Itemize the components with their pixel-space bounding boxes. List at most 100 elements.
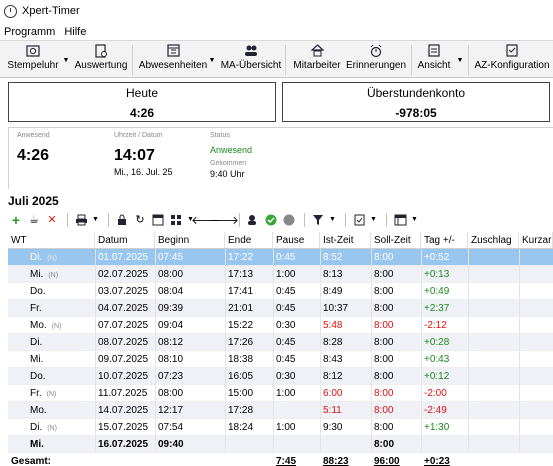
window-title: Xpert-Timer [22,5,80,17]
grid-view-icon[interactable] [168,213,184,227]
checklist-dropdown-icon[interactable]: ▼ [369,213,378,227]
toolbar-separator [386,212,387,227]
cell-kurzarb [519,317,553,334]
ma-uebersicht-button[interactable]: MA-Übersicht [220,43,282,77]
cell-ist: 6:00 [323,388,343,399]
uhrzeit-value: 14:07 [114,147,155,164]
header-ende[interactable]: Ende [225,232,273,248]
cell-tag: +1:30 [424,422,450,433]
cell-beginn: 12:17 [158,405,184,416]
refresh-icon[interactable]: ↻ [132,213,148,227]
arrow-right-icon[interactable]: 🡒 [209,213,239,227]
cell-soll: 8:00 [374,252,394,263]
cell-wt: Mi. [8,351,95,368]
cell-beginn: 09:04 [158,320,184,331]
stempeluhr-button[interactable]: Stempeluhr [4,43,62,77]
weekday-label: Di. [30,252,43,263]
coffee-icon[interactable]: ☕ [26,213,42,227]
abwesenheiten-dropdown[interactable]: ▼ [208,43,216,77]
header-soll-zeit[interactable]: Soll-Zeit [371,232,421,248]
cell-soll: 8:00 [374,337,394,348]
weekday-label: Mo. [30,405,47,416]
cell-wt: Do. [8,368,95,385]
header-tag[interactable]: Tag +/- [421,232,468,248]
header-datum[interactable]: Datum [95,232,155,248]
table-row[interactable]: Di. (N) 15.07.2025 07:54 18:24 1:00 9:30 8:00 +1… [8,419,553,436]
print-icon[interactable] [73,213,89,227]
table-row[interactable]: Mo. 14.07.2025 12:17 17:28 5:11 8:00 -2:49 [8,402,553,419]
total-pause: 7:45 [276,456,297,466]
delete-icon[interactable]: ✕ [44,213,60,227]
cell-ende: 21:01 [228,303,254,314]
cell-ist: 8:52 [323,252,343,263]
az-konfiguration-button[interactable]: AZ-Konfiguration [472,43,552,77]
cell-datum: 08.07.2025 [98,337,149,348]
header-kurzarb[interactable]: Kurzarb [519,232,553,248]
filter-icon[interactable] [310,213,326,227]
check-circle-icon[interactable] [263,213,279,227]
table-row[interactable]: Do. 10.07.2025 07:23 16:05 0:30 8:12 8:00 +0:12 [8,368,553,385]
toolbar-separator [304,212,305,227]
header-zuschlag[interactable]: Zuschlag [468,232,519,248]
table-row[interactable]: Mi. (N) 02.07.2025 08:00 17:13 1:00 8:13 8:00 +0… [8,266,553,283]
ansicht-button[interactable]: Ansicht [414,43,454,77]
cell-ist: 5:48 [323,320,343,331]
status-circle-icon[interactable] [281,213,297,227]
cell-kurzarb [519,351,553,368]
table-row[interactable]: Mo. (N) 07.07.2025 09:04 15:22 0:30 5:48 8:00 -2… [8,317,553,334]
cell-tag: +0:43 [424,354,450,365]
erinnerungen-button[interactable]: Erinnerungen [345,43,407,77]
filter-dropdown-icon[interactable]: ▼ [328,213,337,227]
table-row[interactable]: Mi. 16.07.2025 09:40 8:00 [8,436,553,453]
add-icon[interactable]: + [8,212,24,228]
mitarbeiter-button[interactable]: Mitarbeiter [290,43,344,77]
ribbon-separator [411,45,412,75]
cell-pause: 0:30 [276,320,296,331]
cell-kurzarb [519,266,553,283]
abwesenheiten-button[interactable]: Abwesenheiten [138,43,208,77]
cell-pause: 1:00 [276,269,296,280]
checklist-icon[interactable] [351,213,367,227]
menu-programm[interactable]: Programm [4,26,55,38]
note-marker: (N) [46,391,57,398]
table-row[interactable]: Fr. 04.07.2025 09:39 21:01 0:45 10:37 8:00 +2:3… [8,300,553,317]
datum-value: Mi., 16. Jul. 25 [114,167,173,177]
export-icon[interactable] [392,213,408,227]
table-row[interactable]: Di. (N) 01.07.2025 07:45 17:22 0:45 8:52 8:00 +0… [8,249,553,266]
stempeluhr-dropdown[interactable]: ▼ [62,43,70,77]
header-ist-zeit[interactable]: Ist-Zeit [320,232,371,248]
cell-zuschlag [468,334,519,351]
table-row[interactable]: Do. 03.07.2025 08:04 17:41 0:45 8:49 8:00 +0:49 [8,283,553,300]
cell-ende: 15:00 [228,388,254,399]
cell-tag: +0:52 [424,252,450,263]
ansicht-dropdown[interactable]: ▼ [456,43,464,77]
cell-kurzarb [519,249,553,266]
user-clock-icon[interactable] [245,213,261,227]
cell-beginn: 08:10 [158,354,184,365]
cell-kurzarb [519,385,553,402]
status-value: Anwesend [210,145,253,155]
table-row[interactable]: Mi. 09.07.2025 08:10 18:38 0:45 8:43 8:00 +0:43 [8,351,553,368]
cell-soll: 8:00 [374,286,394,297]
header-beginn[interactable]: Beginn [155,232,225,248]
cell-soll: 8:00 [374,439,395,450]
table-row[interactable]: Di. 08.07.2025 08:12 17:26 0:45 8:28 8:00 +0:28 [8,334,553,351]
weekday-label: Fr. [30,388,42,399]
total-label: Gesamt: [11,456,52,466]
cell-zuschlag [468,402,519,419]
lock-icon[interactable] [114,213,130,227]
heute-value: 4:26 [129,106,155,120]
export-dropdown-icon[interactable]: ▼ [410,213,419,227]
note-marker: (N) [47,255,57,262]
calendar-view-icon[interactable] [150,213,166,227]
header-wt[interactable]: WT [8,232,95,248]
cell-pause: 0:30 [276,371,296,382]
cell-ende [225,436,273,453]
auswertung-button[interactable]: Auswertung [72,43,130,77]
print-dropdown-icon[interactable]: ▼ [91,213,100,227]
header-pause[interactable]: Pause [273,232,320,248]
cell-wt: Mi. (N) [8,266,95,283]
cell-zuschlag [468,283,519,300]
table-row[interactable]: Fr. (N) 11.07.2025 08:00 15:00 1:00 6:00 8:00 -2… [8,385,553,402]
menu-hilfe[interactable]: Hilfe [64,26,86,38]
